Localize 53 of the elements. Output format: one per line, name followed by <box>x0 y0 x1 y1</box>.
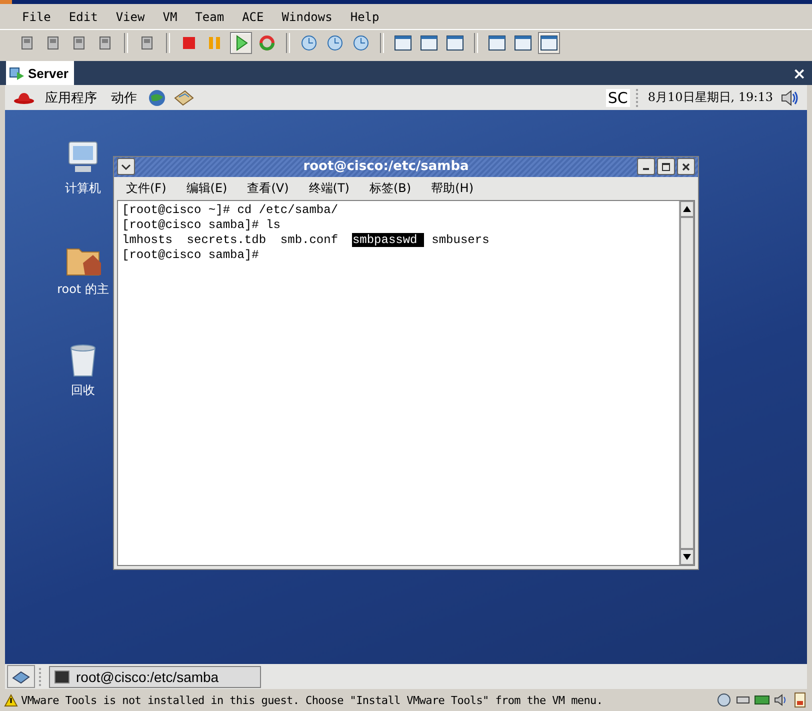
menu-item[interactable]: Edit <box>68 10 98 24</box>
terminal-icon <box>54 670 70 684</box>
disk-icon[interactable] <box>716 692 732 708</box>
reset-icon <box>258 34 276 52</box>
window-menu-button[interactable] <box>117 158 135 176</box>
terminal-text: lmhosts secrets.tdb smb.conf <box>122 233 340 247</box>
menu-item[interactable]: View <box>116 10 145 24</box>
terminal-text: smbpasswd <box>352 233 424 247</box>
stop-icon <box>180 34 198 52</box>
warning-icon <box>4 694 18 706</box>
menu-item[interactable]: 编辑(E) <box>186 180 228 197</box>
window-title: root@cisco:/etc/samba <box>302 159 470 174</box>
up-arrow-icon <box>683 206 691 212</box>
maximize-button[interactable] <box>657 158 675 176</box>
menu-item[interactable]: 标签(B) <box>370 180 412 197</box>
menu-item[interactable]: Help <box>350 10 380 24</box>
status-message: VMware Tools is not installed in this guest. Choose "Install VMware Tools" from the VM menu. <box>21 694 603 706</box>
desktop-icon-label: root 的主 <box>57 281 109 298</box>
terminal-text: [root@cisco samba]# ls <box>122 218 280 232</box>
close-button[interactable]: × <box>792 64 806 82</box>
terminal-text: [root@cisco samba]# <box>122 248 259 262</box>
down-arrow-icon <box>683 554 691 560</box>
input-method-indicator[interactable]: SC <box>606 88 630 106</box>
taskbar-item[interactable]: root@cisco:/etc/samba <box>49 666 261 688</box>
minimize-button[interactable] <box>637 158 655 176</box>
terminal-text: [root@cisco ~]# cd /etc/samba/ <box>122 203 338 217</box>
maximize-icon <box>662 162 670 171</box>
desktop-icon-label: 计算机 <box>65 180 101 197</box>
menu-item[interactable]: 终端(T) <box>308 180 350 197</box>
close-button[interactable] <box>677 158 695 176</box>
quick-button[interactable] <box>538 32 560 54</box>
menu-item[interactable]: VM <box>162 10 178 24</box>
menu-item[interactable]: ACE <box>242 10 264 24</box>
note-icon[interactable] <box>792 692 808 708</box>
panel-menu[interactable]: 动作 <box>107 88 141 106</box>
show-desktop-button[interactable] <box>7 665 35 688</box>
menu-item[interactable]: 文件(F) <box>126 180 166 197</box>
vm-tab[interactable]: Server <box>6 61 74 85</box>
play-button[interactable] <box>230 32 252 54</box>
panel-menu[interactable]: 应用程序 <box>41 88 101 106</box>
menu-item[interactable]: File <box>22 10 51 24</box>
menu-item[interactable]: Team <box>195 10 224 24</box>
menu-item[interactable]: Windows <box>282 10 332 24</box>
scrollbar[interactable] <box>679 201 694 565</box>
menu-item[interactable]: 帮助(H) <box>431 180 474 197</box>
chevron-icon <box>121 162 131 171</box>
close-icon <box>682 162 690 171</box>
terminal-text: smbusers <box>430 233 490 247</box>
hat-icon <box>13 90 35 104</box>
clock[interactable]: 8月10日星期日, 19:13 <box>648 89 773 106</box>
globe-icon[interactable] <box>147 88 167 108</box>
desktop-icon-label: 回收 <box>71 382 95 399</box>
menu-item[interactable]: 查看(V) <box>247 180 289 197</box>
